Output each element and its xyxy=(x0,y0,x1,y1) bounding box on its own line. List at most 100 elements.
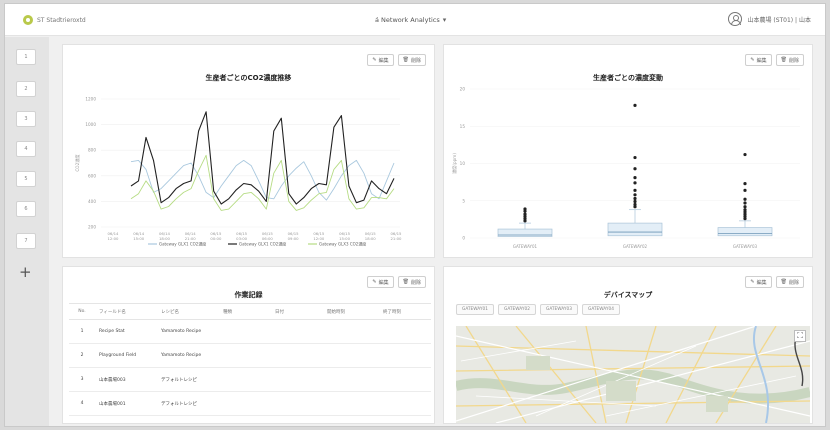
column-header[interactable]: レシピ名 xyxy=(157,303,219,320)
column-header[interactable]: フィールド名 xyxy=(95,303,157,320)
column-header[interactable]: 日付 xyxy=(271,303,323,320)
outlier-point xyxy=(633,196,637,201)
device-tab[interactable]: GATEWAY03 xyxy=(540,304,578,315)
workspace-selector[interactable]: á Network Analytics ▾ xyxy=(375,16,446,24)
column-header[interactable]: 種類 xyxy=(219,303,271,320)
recipe-name-cell: Yamamoto Recipe xyxy=(157,319,219,344)
outlier-point xyxy=(633,155,637,160)
expand-icon[interactable]: ⛶ xyxy=(794,330,806,342)
series-line xyxy=(130,159,395,201)
x-tick-label: 21:00 xyxy=(185,236,197,241)
outlier-point xyxy=(633,193,637,197)
x-tick-label: 15:00 xyxy=(133,236,145,241)
device-tab[interactable]: GATEWAY02 xyxy=(498,304,536,315)
end-time-cell xyxy=(379,319,431,344)
sidebar-item-5[interactable]: 5 xyxy=(16,171,36,187)
delete-button[interactable]: 🗑 削除 xyxy=(397,276,426,288)
panel-title: 作業記録 xyxy=(234,291,263,299)
outlier-point xyxy=(633,167,637,171)
column-header[interactable]: 開始時刻 xyxy=(323,303,379,320)
concentration-boxplot-panel: ✎ 編集 🗑 削除 生産者ごとの濃度変動 0 5 10 15 20 濃度(ppm) GATEWA… xyxy=(443,44,813,258)
table-row[interactable]: 3 山本農場003 デフォルトレシピ xyxy=(69,367,431,392)
y-tick-label: 1200 xyxy=(85,97,96,102)
legend-label: Gateway GLX1 CO2濃度 xyxy=(239,241,286,247)
work-record-table: No. フィールド名 レシピ名 種類 日付 開始時刻 終了時刻 1 Recipe… xyxy=(69,303,431,416)
outlier-point xyxy=(743,208,747,212)
box xyxy=(717,227,773,237)
y-tick-label: 0 xyxy=(462,236,465,241)
device-map[interactable]: ⛶ xyxy=(456,326,810,423)
outlier-point xyxy=(633,103,637,107)
user-avatar-icon xyxy=(728,12,743,26)
x-tick-label: GATEWAY03 xyxy=(733,244,758,249)
series-line xyxy=(130,154,395,211)
table-row[interactable]: 4 山本農場001 デフォルトレシピ xyxy=(69,391,431,416)
delete-button[interactable]: 🗑 削除 xyxy=(775,276,804,288)
column-header[interactable]: No. xyxy=(69,303,95,320)
edit-button[interactable]: ✎ 編集 xyxy=(367,276,394,288)
workspace-name: á Network Analytics xyxy=(375,16,440,24)
panel-title: デバイスマップ xyxy=(603,291,653,299)
y-axis-label: 濃度(ppm) xyxy=(451,153,458,174)
x-tick-label: 03:00 xyxy=(236,236,248,241)
box xyxy=(607,222,663,237)
table-row[interactable]: 1 Recipe Stat Yamamoto Recipe xyxy=(69,319,431,344)
recipe-name-cell: Yamamoto Recipe xyxy=(157,343,219,368)
x-tick-label: 18:00 xyxy=(159,236,171,241)
x-tick-label: GATEWAY01 xyxy=(513,244,538,249)
x-tick-label: 15:00 xyxy=(339,236,351,241)
outlier-point xyxy=(523,212,527,216)
map-tiles xyxy=(456,326,810,423)
outlier-point xyxy=(743,182,747,186)
edit-button[interactable]: ✎ 編集 xyxy=(745,276,772,288)
row-number: 1 xyxy=(69,319,95,344)
sidebar-item-7[interactable]: 7 xyxy=(16,233,36,249)
sidebar-item-1[interactable]: 1 xyxy=(16,49,36,65)
device-map-panel: ✎ 編集 🗑 削除 デバイスマップ GATEWAY01 GATEWAY02 GATE… xyxy=(443,266,813,424)
outlier-point xyxy=(633,202,637,207)
x-tick-label: GATEWAY02 xyxy=(623,244,648,249)
type-cell xyxy=(219,391,271,416)
concentration-box-chart: 0 5 10 15 20 濃度(ppm) GATEWAY01 GATEWAY02 GATEWAY… xyxy=(451,87,800,249)
type-cell xyxy=(219,343,271,368)
sidebar-item-4[interactable]: 4 xyxy=(16,141,36,157)
outlier-point xyxy=(633,199,637,204)
outlier-point xyxy=(633,188,637,192)
end-time-cell xyxy=(379,367,431,392)
x-tick-label: 09:00 xyxy=(288,236,300,241)
brand[interactable]: ST Stadtrieroxtd xyxy=(23,15,86,25)
work-record-panel: ✎ 編集 🗑 削除 作業記録 No. フィールド名 レシピ名 種類 日付 開始時刻 … xyxy=(62,266,435,424)
device-tab[interactable]: GATEWAY04 xyxy=(582,304,620,315)
outlier-point xyxy=(633,176,637,180)
column-header[interactable]: 終了時刻 xyxy=(379,303,431,320)
sidebar-item-2[interactable]: 2 xyxy=(16,81,36,97)
recipe-name-cell: デフォルトレシピ xyxy=(157,367,219,392)
date-cell xyxy=(271,319,323,344)
co2-line-chart: 20040060080010001200CO2濃度06/1412:0006/14… xyxy=(74,97,402,247)
row-number: 4 xyxy=(69,391,95,416)
y-tick-label: 800 xyxy=(88,148,96,153)
legend-label: Gateway GLX1 CO2濃度 xyxy=(159,241,206,247)
sidebar-item-3[interactable]: 3 xyxy=(16,111,36,127)
table-header-row: No. フィールド名 レシピ名 種類 日付 開始時刻 終了時刻 xyxy=(69,303,431,320)
date-cell xyxy=(271,391,323,416)
trash-icon: 🗑 xyxy=(402,279,409,285)
field-name-cell: 山本農場003 xyxy=(95,367,157,392)
y-tick-label: 15 xyxy=(460,124,466,129)
top-bar: ST Stadtrieroxtd á Network Analytics ▾ 山… xyxy=(5,4,825,36)
y-tick-label: 200 xyxy=(88,225,96,230)
start-time-cell xyxy=(323,319,379,344)
device-tab[interactable]: GATEWAY01 xyxy=(456,304,494,315)
type-cell xyxy=(219,319,271,344)
table-row[interactable]: 2 Playground Field Yamamoto Recipe xyxy=(69,343,431,368)
sidebar: 1 2 3 4 5 6 7 + xyxy=(5,37,49,426)
legend-label: Gateway GLX3 CO2濃度 xyxy=(319,241,366,247)
recipe-name-cell: デフォルトレシピ xyxy=(157,391,219,416)
user-menu[interactable]: 山本農場 (ST01) | 山本 xyxy=(728,12,811,26)
brand-logo-icon xyxy=(23,15,33,25)
add-panel-button[interactable]: + xyxy=(19,265,32,280)
outlier-point xyxy=(633,181,637,185)
y-tick-label: 400 xyxy=(88,199,96,204)
row-number: 2 xyxy=(69,343,95,368)
sidebar-item-6[interactable]: 6 xyxy=(16,201,36,217)
